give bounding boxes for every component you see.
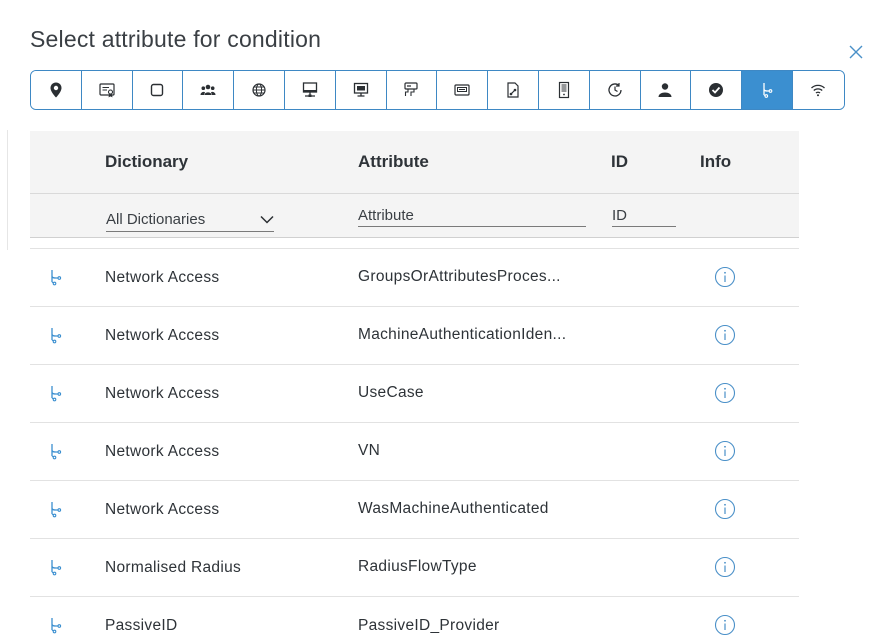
row-dictionary: PassiveID bbox=[105, 617, 178, 634]
column-header-info: Info bbox=[700, 152, 732, 171]
network-access-icon bbox=[51, 444, 62, 460]
attribute-table: Dictionary Attribute ID Info All Diction… bbox=[30, 131, 799, 637]
attribute-filter bbox=[358, 204, 586, 227]
id-filter-input[interactable] bbox=[612, 204, 676, 226]
category-generic-button[interactable] bbox=[132, 71, 184, 109]
network-access-icon bbox=[51, 270, 62, 286]
column-header-attribute: Attribute bbox=[358, 152, 429, 171]
network-device-icon bbox=[404, 82, 419, 96]
table-row[interactable]: Normalised Radius RadiusFlowType bbox=[30, 539, 799, 597]
computer-network-icon bbox=[302, 82, 318, 97]
category-network-button[interactable] bbox=[234, 71, 285, 109]
router-icon bbox=[454, 84, 470, 96]
id-filter bbox=[612, 204, 676, 227]
info-icon[interactable] bbox=[714, 498, 736, 520]
category-groups-button[interactable] bbox=[183, 71, 235, 109]
row-dictionary: Network Access bbox=[105, 501, 220, 518]
column-header-id: ID bbox=[611, 152, 628, 171]
row-attribute: GroupsOrAttributesProces... bbox=[358, 268, 561, 285]
chevron-down-icon bbox=[260, 215, 274, 224]
category-endpoint-button[interactable] bbox=[284, 71, 336, 109]
category-identity-button[interactable] bbox=[81, 71, 133, 109]
table-row[interactable]: Network Access UseCase bbox=[30, 365, 799, 423]
network-access-icon bbox=[51, 386, 62, 402]
row-dictionary: Network Access bbox=[105, 327, 220, 344]
square-icon bbox=[151, 83, 164, 97]
monitor-icon bbox=[353, 82, 368, 97]
info-icon[interactable] bbox=[714, 440, 736, 462]
certificate-file-icon bbox=[507, 82, 519, 98]
left-edge-divider bbox=[7, 130, 8, 250]
category-network-device-button[interactable] bbox=[386, 71, 438, 109]
info-icon[interactable] bbox=[714, 324, 736, 346]
user-group-icon bbox=[200, 84, 216, 95]
row-attribute: UseCase bbox=[358, 384, 424, 401]
table-row[interactable]: Network Access VN bbox=[30, 423, 799, 481]
filter-row: All Dictionaries bbox=[30, 194, 799, 238]
table-row[interactable]: Network Access WasMachineAuthenticated bbox=[30, 481, 799, 539]
location-pin-icon bbox=[50, 82, 62, 98]
row-dictionary: Network Access bbox=[105, 269, 220, 286]
attribute-filter-input[interactable] bbox=[358, 204, 586, 226]
network-access-icon bbox=[51, 560, 62, 576]
table-row[interactable]: PassiveID PassiveID_Provider bbox=[30, 597, 799, 637]
category-time-button[interactable] bbox=[589, 71, 641, 109]
row-dictionary: Network Access bbox=[105, 385, 220, 402]
row-attribute: RadiusFlowType bbox=[358, 558, 477, 575]
dictionary-filter-select[interactable]: All Dictionaries bbox=[106, 208, 274, 232]
category-server-button[interactable] bbox=[538, 71, 590, 109]
close-button[interactable] bbox=[846, 42, 866, 62]
network-access-icon bbox=[763, 83, 773, 98]
row-dictionary: Network Access bbox=[105, 443, 220, 460]
category-wireless-button[interactable] bbox=[792, 71, 844, 109]
table-body: Network Access GroupsOrAttributesProces.… bbox=[30, 248, 799, 637]
category-network-access-button[interactable] bbox=[742, 71, 793, 109]
table-row[interactable]: Network Access MachineAuthenticationIden… bbox=[30, 307, 799, 365]
row-attribute: PassiveID_Provider bbox=[358, 617, 500, 634]
category-posture-button[interactable] bbox=[691, 71, 743, 109]
server-icon bbox=[558, 81, 569, 99]
info-icon[interactable] bbox=[714, 266, 736, 288]
row-dictionary: Normalised Radius bbox=[105, 559, 242, 576]
row-attribute: VN bbox=[358, 442, 381, 459]
wifi-icon bbox=[811, 84, 826, 97]
category-device-button[interactable] bbox=[335, 71, 387, 109]
dictionary-filter-value: All Dictionaries bbox=[106, 211, 206, 228]
check-circle-icon bbox=[709, 83, 724, 97]
network-access-icon bbox=[51, 502, 62, 518]
table-row[interactable]: Network Access GroupsOrAttributesProces.… bbox=[30, 249, 799, 307]
table-header: Dictionary Attribute ID Info bbox=[30, 131, 799, 194]
clock-icon bbox=[608, 83, 622, 97]
row-attribute: WasMachineAuthenticated bbox=[358, 500, 549, 517]
info-icon[interactable] bbox=[714, 614, 736, 636]
close-icon bbox=[849, 45, 863, 59]
globe-icon bbox=[252, 83, 266, 97]
user-icon bbox=[658, 83, 672, 97]
category-router-button[interactable] bbox=[437, 71, 489, 109]
info-icon[interactable] bbox=[714, 382, 736, 404]
column-header-dictionary: Dictionary bbox=[105, 152, 189, 171]
dialog-title: Select attribute for condition bbox=[30, 26, 322, 52]
id-card-icon bbox=[99, 83, 115, 98]
category-user-button[interactable] bbox=[640, 71, 692, 109]
row-attribute: MachineAuthenticationIden... bbox=[358, 326, 567, 343]
network-access-icon bbox=[51, 328, 62, 344]
info-icon[interactable] bbox=[714, 556, 736, 578]
network-access-icon bbox=[51, 618, 62, 634]
attribute-category-toolbar bbox=[30, 70, 845, 110]
category-location-button[interactable] bbox=[31, 71, 82, 109]
category-certificate-button[interactable] bbox=[488, 71, 539, 109]
